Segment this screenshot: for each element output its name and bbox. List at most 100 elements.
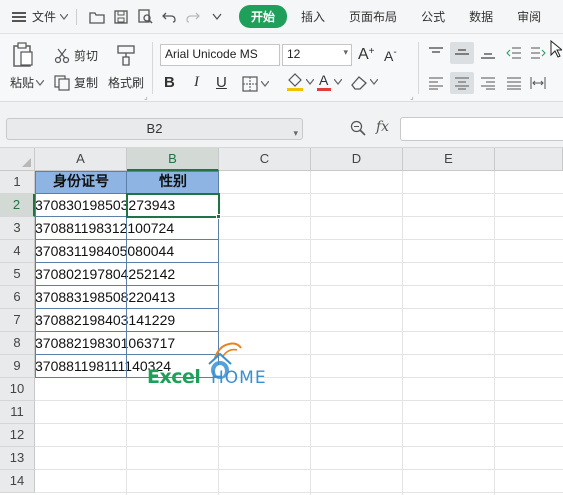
table-border: [35, 331, 219, 332]
row-header-7[interactable]: 7: [0, 309, 35, 332]
format-painter-button[interactable]: 格式刷: [108, 74, 144, 91]
paste-icon[interactable]: [12, 42, 34, 68]
column-header-d[interactable]: D: [311, 148, 403, 171]
align-left-button[interactable]: [428, 76, 444, 90]
tab-review[interactable]: 审阅: [507, 6, 551, 27]
gender-cell[interactable]: [127, 217, 219, 240]
font-name-select[interactable]: Arial Unicode MS: [160, 44, 280, 66]
column-header-b[interactable]: B: [127, 148, 219, 171]
hamburger-menu-icon[interactable]: [12, 11, 26, 22]
select-all-corner[interactable]: [0, 148, 35, 171]
column-header-e[interactable]: E: [403, 148, 495, 171]
gridline: [35, 492, 563, 493]
row-header-12[interactable]: 12: [0, 424, 35, 447]
row-header-3[interactable]: 3: [0, 217, 35, 240]
divider: [152, 42, 153, 94]
redo-icon[interactable]: [185, 9, 201, 25]
tab-home[interactable]: 开始: [239, 5, 288, 28]
file-menu[interactable]: 文件: [32, 8, 69, 25]
distributed-align-button[interactable]: [530, 76, 546, 90]
format-painter-icon[interactable]: [116, 44, 136, 66]
font-size-select[interactable]: 12 ▾: [282, 44, 352, 66]
svg-text:A: A: [319, 72, 329, 88]
fill-handle[interactable]: [216, 214, 221, 219]
gender-cell[interactable]: [127, 263, 219, 286]
id-number-cell[interactable]: 370882198403141229: [35, 309, 175, 332]
justify-button[interactable]: [506, 76, 522, 90]
column-header-c[interactable]: C: [219, 148, 311, 171]
id-number-cell[interactable]: 370831198405080044: [35, 240, 174, 263]
id-number-cell[interactable]: 370881198111140324: [35, 355, 171, 378]
cut-button[interactable]: 剪切: [54, 47, 98, 64]
customize-dropdown-icon[interactable]: [209, 9, 225, 25]
gender-cell[interactable]: [127, 286, 219, 309]
id-number-cell[interactable]: 370882198301063717: [35, 332, 175, 355]
insert-function-button[interactable]: fx: [376, 119, 389, 135]
zoom-icon[interactable]: [350, 120, 366, 136]
clear-button[interactable]: [350, 74, 378, 90]
row-header-10[interactable]: 10: [0, 378, 35, 401]
gridline: [35, 400, 563, 401]
column-header-next[interactable]: [495, 148, 563, 171]
row-header-8[interactable]: 8: [0, 332, 35, 355]
id-number-cell[interactable]: 370883198508220413: [35, 286, 175, 309]
row-header-9[interactable]: 9: [0, 355, 35, 378]
open-folder-icon[interactable]: [89, 9, 105, 25]
grow-font-button[interactable]: A +: [358, 46, 375, 64]
underline-button[interactable]: U: [216, 74, 227, 91]
italic-button[interactable]: I: [194, 74, 199, 91]
formula-bar: B2 ▾ fx: [0, 102, 563, 148]
row-header-6[interactable]: 6: [0, 286, 35, 309]
align-bottom-button[interactable]: [480, 46, 496, 60]
table-border: [35, 285, 219, 286]
borders-button[interactable]: [242, 76, 269, 92]
formula-input[interactable]: [400, 117, 563, 141]
increase-indent-button[interactable]: [530, 46, 546, 60]
paste-button[interactable]: 粘贴: [10, 74, 45, 91]
row-header-1[interactable]: 1: [0, 171, 35, 194]
font-color-button[interactable]: A: [316, 72, 342, 92]
bold-icon: B: [164, 74, 175, 91]
gridline: [494, 171, 495, 495]
id-number-cell[interactable]: 370802197804252142: [35, 263, 175, 286]
shrink-font-button[interactable]: A-: [384, 47, 397, 65]
active-cell-selection[interactable]: [126, 193, 220, 218]
row-header-14[interactable]: 14: [0, 470, 35, 493]
gridline: [310, 171, 311, 495]
row-header-4[interactable]: 4: [0, 240, 35, 263]
copy-button[interactable]: 复制: [54, 74, 98, 91]
row-header-5[interactable]: 5: [0, 263, 35, 286]
save-icon[interactable]: [113, 9, 129, 25]
undo-icon[interactable]: [161, 9, 177, 25]
column-header-a[interactable]: A: [35, 148, 127, 171]
row-header-2[interactable]: 2: [0, 194, 35, 217]
align-right-button[interactable]: [480, 76, 496, 90]
align-middle-button[interactable]: [450, 42, 474, 64]
clipboard-dialog-launcher[interactable]: ⌟: [144, 92, 148, 101]
table-border: [35, 171, 36, 378]
row-header-11[interactable]: 11: [0, 401, 35, 424]
tab-insert[interactable]: 插入: [291, 6, 335, 27]
row-header-13[interactable]: 13: [0, 447, 35, 470]
table-header-cell[interactable]: 性别: [127, 171, 219, 194]
tab-formulas[interactable]: 公式: [411, 6, 455, 27]
align-center-button[interactable]: [450, 72, 474, 94]
id-number-cell[interactable]: 370881198312100724: [35, 217, 174, 240]
print-preview-icon[interactable]: [137, 9, 153, 25]
align-top-button[interactable]: [428, 46, 444, 60]
italic-icon: I: [194, 74, 199, 90]
gridline: [35, 469, 563, 470]
decrease-indent-button[interactable]: [506, 46, 522, 60]
gender-cell[interactable]: [127, 240, 219, 263]
tab-page-layout[interactable]: 页面布局: [339, 6, 407, 27]
tab-data[interactable]: 数据: [459, 6, 503, 27]
table-header-cell[interactable]: 身份证号: [35, 171, 127, 194]
gender-cell[interactable]: [127, 309, 219, 332]
name-box[interactable]: B2 ▾: [6, 118, 303, 140]
bold-button[interactable]: B: [164, 74, 175, 91]
id-number-cell[interactable]: 370830198503273943: [35, 194, 175, 217]
decrease-indent-icon: [506, 47, 521, 59]
chevron-down-icon: [261, 81, 269, 87]
fill-color-button[interactable]: [286, 72, 314, 92]
font-dialog-launcher[interactable]: ⌟: [410, 92, 414, 101]
